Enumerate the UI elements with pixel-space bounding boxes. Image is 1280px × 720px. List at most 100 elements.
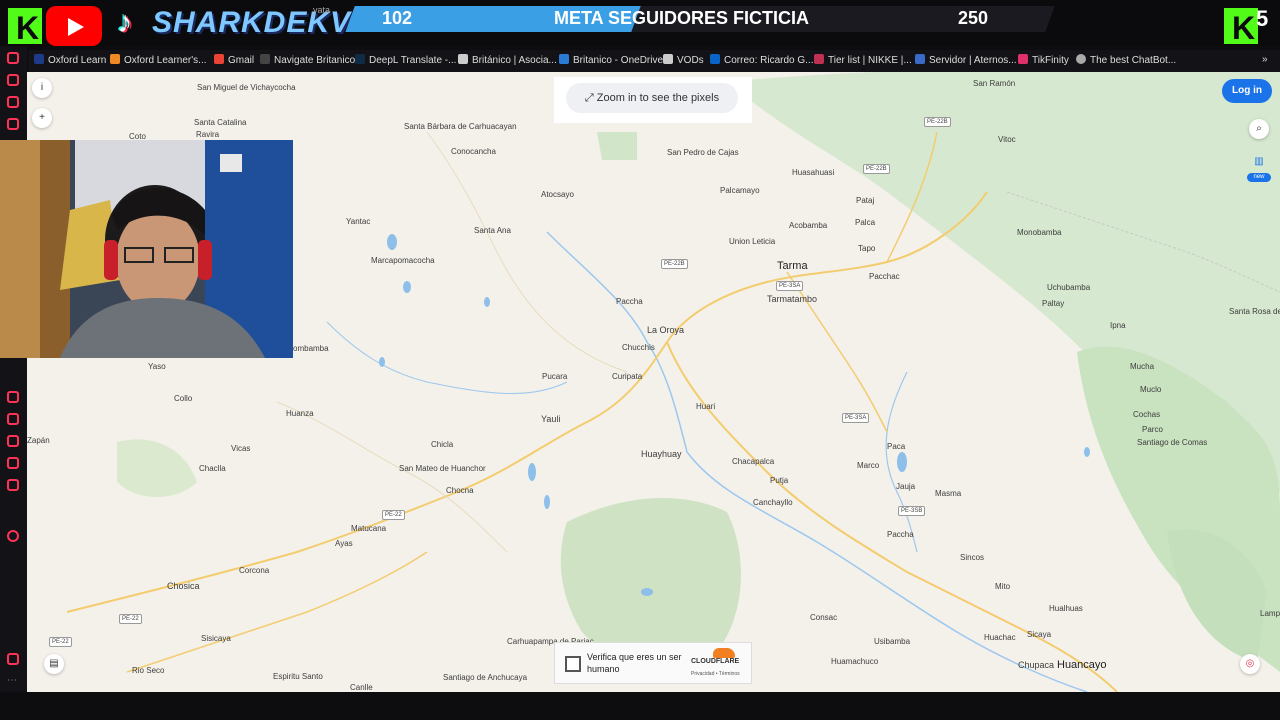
road-shield: PE-3SB <box>898 506 926 516</box>
place-label: San Mateo de Huanchor <box>399 464 486 473</box>
sidebar-app-icon[interactable] <box>7 413 19 425</box>
sidebar-app-icon[interactable] <box>7 74 19 86</box>
road-shield: PE-22 <box>119 614 142 624</box>
place-label: Santa Rosa de Toldopampa <box>1229 307 1280 316</box>
place-label: Sisicaya <box>201 634 231 643</box>
sidebar-app-icon[interactable] <box>7 96 19 108</box>
place-label: Espiritu Santo <box>273 672 323 681</box>
local-road <box>276 401 508 553</box>
sidebar-history-icon[interactable] <box>7 435 19 447</box>
bookmark-item[interactable]: Navigate Britanico <box>260 54 355 66</box>
sidebar-app-icon[interactable] <box>7 653 19 665</box>
place-label: Putja <box>770 476 789 485</box>
bookmarks-overflow-icon[interactable]: » <box>1262 54 1268 65</box>
place-label: Huachac <box>984 633 1016 642</box>
zoom-in-button[interactable]: + <box>32 108 52 128</box>
bookmark-item[interactable]: Tier list | NIKKE |... <box>814 54 912 66</box>
place-label: Chicla <box>431 440 454 449</box>
place-label: Tapo <box>858 244 876 253</box>
sidebar-app-icon[interactable] <box>7 530 19 542</box>
place-label: Atocsayo <box>541 190 574 199</box>
lake <box>897 452 907 472</box>
mini-text: yata <box>313 5 331 15</box>
tikfinity-icon <box>1018 54 1028 64</box>
login-button[interactable]: Log in <box>1222 79 1272 103</box>
place-label: Huasahuasi <box>792 168 835 177</box>
cloudflare-captcha: Verifica que eres un ser humano CLOUDFLA… <box>554 642 752 684</box>
captcha-label: Verifica que eres un ser humano <box>587 652 682 674</box>
place-label: Paltay <box>1042 299 1065 308</box>
search-location-icon[interactable]: ⌕ <box>1249 119 1269 139</box>
more-icon[interactable]: ⋯ <box>7 675 19 687</box>
place-label: Mito <box>995 582 1011 591</box>
place-label: Pucara <box>542 372 568 381</box>
sidebar-app-icon[interactable] <box>7 457 19 469</box>
bookmark-item[interactable]: TikFinity <box>1018 54 1069 66</box>
bookmark-item[interactable]: Servidor | Aternos... <box>915 54 1017 66</box>
layers-icon[interactable]: ▤ <box>44 654 64 674</box>
info-button[interactable]: i <box>32 78 52 98</box>
aternos-icon <box>915 54 925 64</box>
sidebar-app-icon[interactable] <box>7 118 19 130</box>
sidebar-app-icon[interactable] <box>7 52 19 64</box>
place-label: Corcona <box>239 566 270 575</box>
place-label: Rio Seco <box>132 666 165 675</box>
lake <box>484 297 490 307</box>
bookmark-item[interactable]: Oxford Learn <box>34 54 106 66</box>
place-label: Cochas <box>1133 410 1161 419</box>
place-label: Usibamba <box>874 637 911 646</box>
road-shield: PE-3SA <box>776 281 804 291</box>
road-shield: PE-22B <box>863 164 890 174</box>
webcam-image <box>0 140 293 358</box>
place-label: Yaso <box>148 362 166 371</box>
tier-icon <box>814 54 824 64</box>
locate-icon[interactable]: ◎ <box>1240 654 1260 674</box>
cloudflare-cloud-icon <box>713 648 735 658</box>
webcam-feed <box>0 140 293 358</box>
place-label: Monobamba <box>1017 228 1062 237</box>
settings-icon[interactable] <box>7 479 19 491</box>
goal-current: 102 <box>382 8 413 28</box>
bookmark-item[interactable]: Correo: Ricardo G... <box>710 54 813 66</box>
bookmark-item[interactable]: VODs <box>663 54 704 66</box>
place-label: Santa Catalina <box>194 118 247 127</box>
place-label: Matucana <box>351 524 387 533</box>
place-label: Consac <box>810 613 838 622</box>
leaderboard-icon[interactable]: ▥ <box>1249 152 1269 172</box>
gmail-icon <box>214 54 224 64</box>
bookmark-item[interactable]: Britanico - OneDrive <box>559 54 663 66</box>
zoom-hint-pill[interactable]: ⤢ Zoom in to see the pixels <box>566 83 738 113</box>
place-label: Yantac <box>346 217 371 226</box>
bookmark-item[interactable]: Gmail <box>214 54 254 66</box>
place-label: Tarma <box>777 260 808 272</box>
sidebar-app-icon[interactable] <box>7 391 19 403</box>
place-label: Muclo <box>1140 385 1162 394</box>
place-label: Sicaya <box>1027 630 1052 639</box>
place-label: Marco <box>857 461 880 470</box>
bookmark-item[interactable]: The best ChatBot... <box>1076 54 1176 66</box>
captcha-checkbox[interactable] <box>565 656 581 672</box>
bookmark-item[interactable]: DeepL Translate -... <box>355 54 456 66</box>
place-label: Yauli <box>541 414 561 424</box>
bookmark-item[interactable]: Oxford Learner's... <box>110 54 207 66</box>
place-label: Acobamba <box>789 221 828 230</box>
place-label: Huancayo <box>1057 659 1107 671</box>
browser-toolbar: ⊕ ⬚ ⛊ 文 ▷ ♡ ⬡ ⇪ ⤓ ≡ <box>0 28 1280 75</box>
place-label: Huamachuco <box>831 657 879 666</box>
place-label: Lamp <box>1260 609 1280 618</box>
lake <box>544 495 550 509</box>
place-label: Huari <box>696 402 716 411</box>
bookmark-item[interactable]: Británico | Asocia... <box>458 54 557 66</box>
place-label: Hualhuas <box>1049 604 1083 613</box>
place-label: Zapán <box>27 436 50 445</box>
oxford-icon <box>110 54 120 64</box>
captcha-links[interactable]: Privacidad • Términos <box>691 671 740 677</box>
place-label: Mucha <box>1130 362 1155 371</box>
dil-icon <box>260 54 270 64</box>
onedrive-icon <box>559 54 569 64</box>
place-label: Ayas <box>335 539 353 548</box>
lake <box>379 357 385 367</box>
lake <box>387 234 397 250</box>
zoom-icon: ⤢ <box>584 92 597 104</box>
road-shield: PE-3SA <box>842 413 870 423</box>
